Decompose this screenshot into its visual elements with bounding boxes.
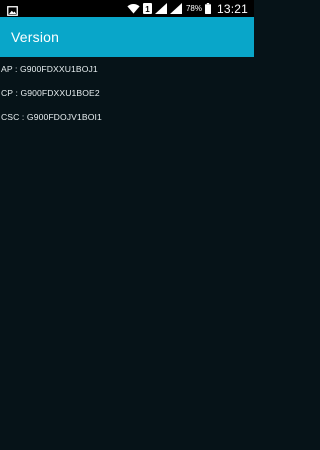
- sim-1-icon: 1: [142, 3, 152, 14]
- clock: 13:21: [216, 1, 248, 16]
- wifi-icon: [127, 3, 140, 14]
- battery-icon: [204, 3, 211, 14]
- status-icons: 1 78% 13:21: [127, 0, 248, 17]
- version-info-list: AP : G900FDXXU1BOJ1 CP : G900FDXXU1BOE2 …: [0, 57, 254, 129]
- action-bar: Version: [0, 17, 254, 57]
- csc-version-item: CSC : G900FDOJV1BOI1: [1, 112, 102, 122]
- cp-version-item: CP : G900FDXXU1BOE2: [1, 88, 100, 98]
- screen: 1 78% 13:21 Version AP: G900FDXXU1BOJ1 …: [0, 0, 254, 450]
- page-title: Version: [11, 29, 60, 45]
- ap-version-item: AP : G900FDXXU1BOJ1: [1, 64, 98, 74]
- battery-percent: 78%: [185, 4, 202, 13]
- signal-icon: [154, 3, 167, 14]
- signal-icon: [169, 3, 182, 14]
- status-bar: 1 78% 13:21: [0, 0, 254, 17]
- sim-label: 1: [145, 5, 150, 14]
